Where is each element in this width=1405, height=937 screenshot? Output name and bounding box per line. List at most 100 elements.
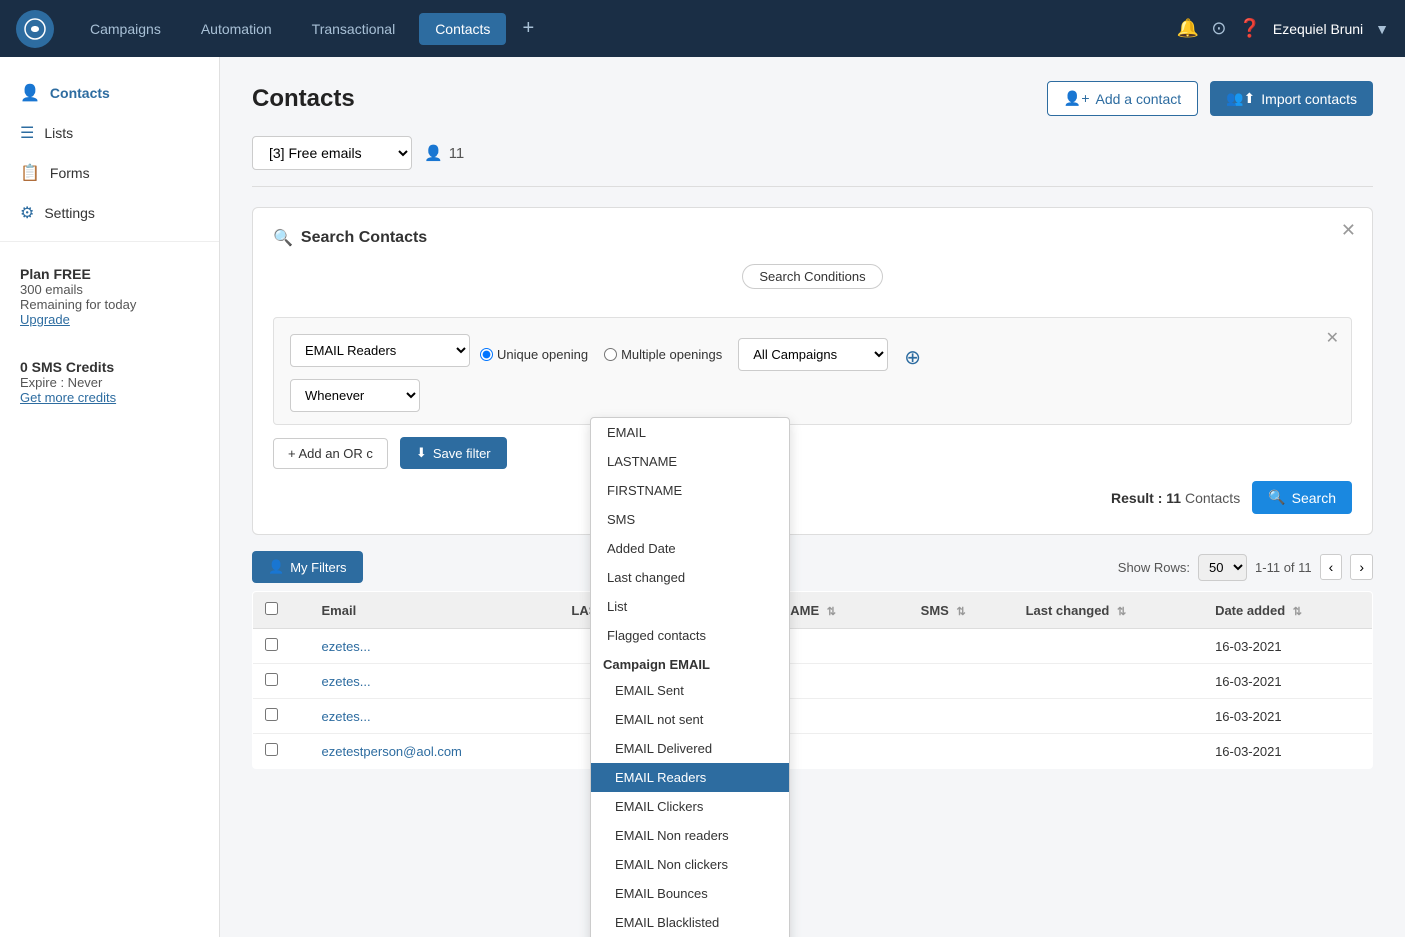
- form-icon: 📋: [20, 163, 40, 183]
- dropdown-item-added-date[interactable]: Added Date: [591, 534, 789, 563]
- nav-transactional[interactable]: Transactional: [296, 13, 412, 45]
- radio-multiple-label[interactable]: Multiple openings: [604, 347, 722, 362]
- search-conditions-badge: Search Conditions: [742, 264, 882, 289]
- col-email[interactable]: Email: [310, 592, 560, 629]
- col-last-changed[interactable]: Last changed ⇅: [1014, 592, 1203, 629]
- sidebar-settings-label: Settings: [44, 205, 95, 221]
- upgrade-link[interactable]: Upgrade: [20, 312, 70, 327]
- filter-type-dropdown: EMAIL LASTNAME FIRSTNAME SMS Added Date …: [590, 417, 790, 937]
- header-buttons: 👤+ Add a contact 👥⬆ Import contacts: [1047, 81, 1373, 116]
- email-cell[interactable]: ezetes...: [322, 639, 371, 654]
- user-menu[interactable]: Ezequiel Bruni: [1273, 21, 1363, 37]
- table-row: ezetes... 16-03-2021: [253, 699, 1373, 734]
- email-cell[interactable]: ezetes...: [322, 674, 371, 689]
- dropdown-item-list[interactable]: List: [591, 592, 789, 621]
- user-dropdown-icon[interactable]: ▼: [1375, 21, 1389, 37]
- nav-add-icon[interactable]: +: [514, 13, 542, 44]
- page-title: Contacts: [252, 85, 355, 113]
- last-changed-cell: [1014, 699, 1203, 734]
- question-circle-icon[interactable]: ⊙: [1211, 18, 1226, 39]
- next-page-button[interactable]: ›: [1350, 554, 1373, 580]
- row-checkbox[interactable]: [265, 673, 278, 686]
- contact-count-value: 11: [449, 145, 465, 162]
- main-layout: 👤 Contacts ☰ Lists 📋 Forms ⚙ Settings Pl…: [0, 57, 1405, 937]
- select-all-checkbox[interactable]: [265, 602, 278, 615]
- dropdown-item-email-clickers[interactable]: EMAIL Clickers: [591, 792, 789, 821]
- search-btn-icon: 🔍: [1268, 489, 1285, 506]
- list-select-dropdown[interactable]: [3] Free emails: [252, 136, 412, 170]
- dropdown-item-email-non-clickers[interactable]: EMAIL Non clickers: [591, 850, 789, 879]
- add-or-button[interactable]: + Add an OR c: [273, 438, 388, 469]
- when-select[interactable]: Whenever: [290, 379, 420, 412]
- nav-campaigns[interactable]: Campaigns: [74, 13, 177, 45]
- table-header: Email LASTNAME ⇅ FIRSTNAME ⇅ SMS ⇅: [253, 592, 1373, 629]
- firstname-sort-icon: ⇅: [827, 606, 836, 618]
- row-checkbox[interactable]: [265, 708, 278, 721]
- radio-unique-label[interactable]: Unique opening: [480, 347, 588, 362]
- email-cell[interactable]: ezetestperson@aol.com: [322, 744, 462, 759]
- dropdown-item-last-changed[interactable]: Last changed: [591, 563, 789, 592]
- result-text: Result : 11 Contacts: [1111, 490, 1240, 506]
- table-row: ezetes... 16-03-2021: [253, 664, 1373, 699]
- dropdown-item-email[interactable]: EMAIL: [591, 418, 789, 447]
- add-condition-button[interactable]: ⊕: [904, 339, 921, 370]
- filter-actions: + Add an OR c ⬇ Save filter: [273, 437, 1352, 469]
- list-selector-row: [3] Free emails 👤 11: [252, 136, 1373, 187]
- my-filters-button[interactable]: 👤 My Filters: [252, 551, 363, 583]
- radio-unique-input[interactable]: [480, 348, 493, 361]
- close-search-button[interactable]: ✕: [1341, 220, 1356, 241]
- contacts-table: Email LASTNAME ⇅ FIRSTNAME ⇅ SMS ⇅: [252, 591, 1373, 769]
- dropdown-item-email-bounces[interactable]: EMAIL Bounces: [591, 879, 789, 908]
- dropdown-item-lastname[interactable]: LASTNAME: [591, 447, 789, 476]
- sidebar-item-settings[interactable]: ⚙ Settings: [0, 193, 219, 233]
- sms-section: 0 SMS Credits Expire : Never Get more cr…: [0, 343, 219, 421]
- filter-type-select[interactable]: EMAIL Readers: [290, 334, 470, 367]
- row-checkbox[interactable]: [265, 743, 278, 756]
- table-row: ezetestperson@aol.com 16-03-2021: [253, 734, 1373, 769]
- dropdown-item-email-blacklisted[interactable]: EMAIL Blacklisted: [591, 908, 789, 937]
- plan-emails: 300 emails: [20, 282, 199, 297]
- campaign-select[interactable]: All Campaigns: [738, 338, 888, 371]
- table-toolbar-right: Show Rows: 50 1-11 of 11 ‹ ›: [1118, 554, 1373, 581]
- row-checkbox[interactable]: [265, 638, 278, 651]
- sms-cell: [909, 664, 1014, 699]
- sms-cell: [909, 699, 1014, 734]
- dropdown-item-email-readers[interactable]: EMAIL Readers: [591, 763, 789, 792]
- nav-automation[interactable]: Automation: [185, 13, 288, 45]
- filter-row-inner: EMAIL Readers Unique opening Multiple op…: [290, 330, 1335, 412]
- nav-contacts[interactable]: Contacts: [419, 13, 506, 45]
- save-filter-button[interactable]: ⬇ Save filter: [400, 437, 507, 469]
- dropdown-item-email-delivered[interactable]: EMAIL Delivered: [591, 734, 789, 763]
- date-added-cell: 16-03-2021: [1203, 734, 1372, 769]
- import-contacts-button[interactable]: 👥⬆ Import contacts: [1210, 81, 1373, 116]
- search-button[interactable]: 🔍 Search: [1252, 481, 1352, 514]
- sidebar-item-contacts[interactable]: 👤 Contacts: [0, 73, 219, 113]
- dropdown-item-email-non-readers[interactable]: EMAIL Non readers: [591, 821, 789, 850]
- radio-multiple-input[interactable]: [604, 348, 617, 361]
- dropdown-item-email-sent[interactable]: EMAIL Sent: [591, 676, 789, 705]
- page-header: Contacts 👤+ Add a contact 👥⬆ Import cont…: [252, 81, 1373, 116]
- rows-select[interactable]: 50: [1198, 554, 1247, 581]
- col-sms[interactable]: SMS ⇅: [909, 592, 1014, 629]
- notification-icon[interactable]: 🔔: [1177, 18, 1199, 39]
- col-date-added[interactable]: Date added ⇅: [1203, 592, 1372, 629]
- search-section: 🔍 Search Contacts ✕ Search Conditions EM…: [252, 207, 1373, 535]
- get-credits-link[interactable]: Get more credits: [20, 390, 116, 405]
- sidebar-item-forms[interactable]: 📋 Forms: [0, 153, 219, 193]
- sms-expire: Expire : Never: [20, 375, 199, 390]
- dropdown-item-email-not-sent[interactable]: EMAIL not sent: [591, 705, 789, 734]
- prev-page-button[interactable]: ‹: [1320, 554, 1343, 580]
- last-changed-cell: [1014, 629, 1203, 664]
- email-cell[interactable]: ezetes...: [322, 709, 371, 724]
- sidebar-item-lists[interactable]: ☰ Lists: [0, 113, 219, 153]
- import-icon: 👥⬆: [1226, 90, 1255, 107]
- dropdown-item-firstname[interactable]: FIRSTNAME: [591, 476, 789, 505]
- remove-filter-button[interactable]: ✕: [1326, 328, 1339, 348]
- dropdown-item-flagged[interactable]: Flagged contacts: [591, 621, 789, 650]
- app-logo[interactable]: [16, 10, 54, 48]
- dropdown-item-sms[interactable]: SMS: [591, 505, 789, 534]
- sidebar-divider: [0, 241, 219, 242]
- search-icon: 🔍: [273, 228, 293, 248]
- add-contact-button[interactable]: 👤+ Add a contact: [1047, 81, 1198, 116]
- help-icon[interactable]: ❓: [1238, 18, 1260, 39]
